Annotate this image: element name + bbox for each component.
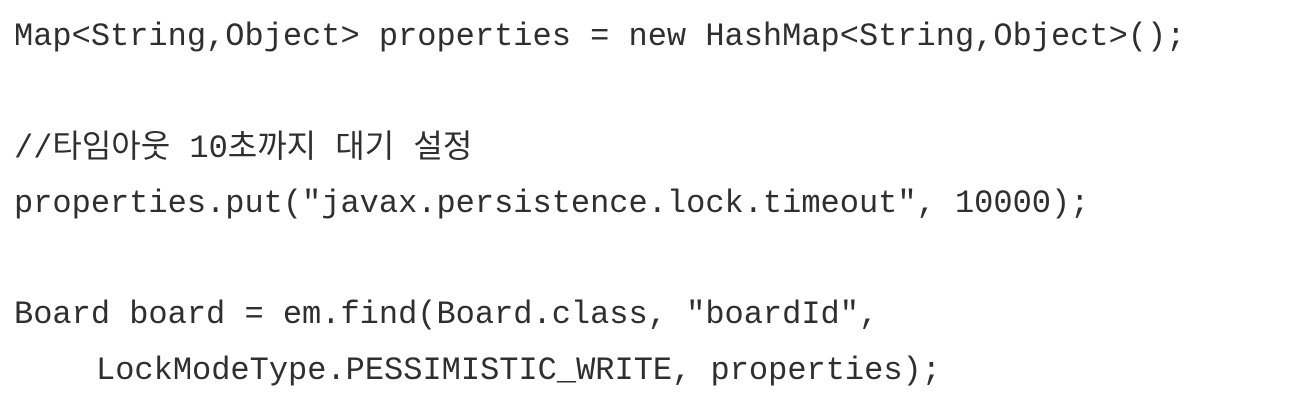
code-line-timeout-comment: //타임아웃 10초까지 대기 설정 <box>14 130 473 167</box>
code-line-map-declaration: Map<String,Object> properties = new Hash… <box>14 18 1186 55</box>
code-line-em-find: Board board = em.find(Board.class, "boar… <box>14 296 879 333</box>
code-line-properties-put: properties.put("javax.persistence.lock.t… <box>14 185 1090 222</box>
code-snippet: Map<String,Object> properties = new Hash… <box>0 0 1300 415</box>
code-line-lock-mode-args: LockModeType.PESSIMISTIC_WRITE, properti… <box>96 352 941 389</box>
